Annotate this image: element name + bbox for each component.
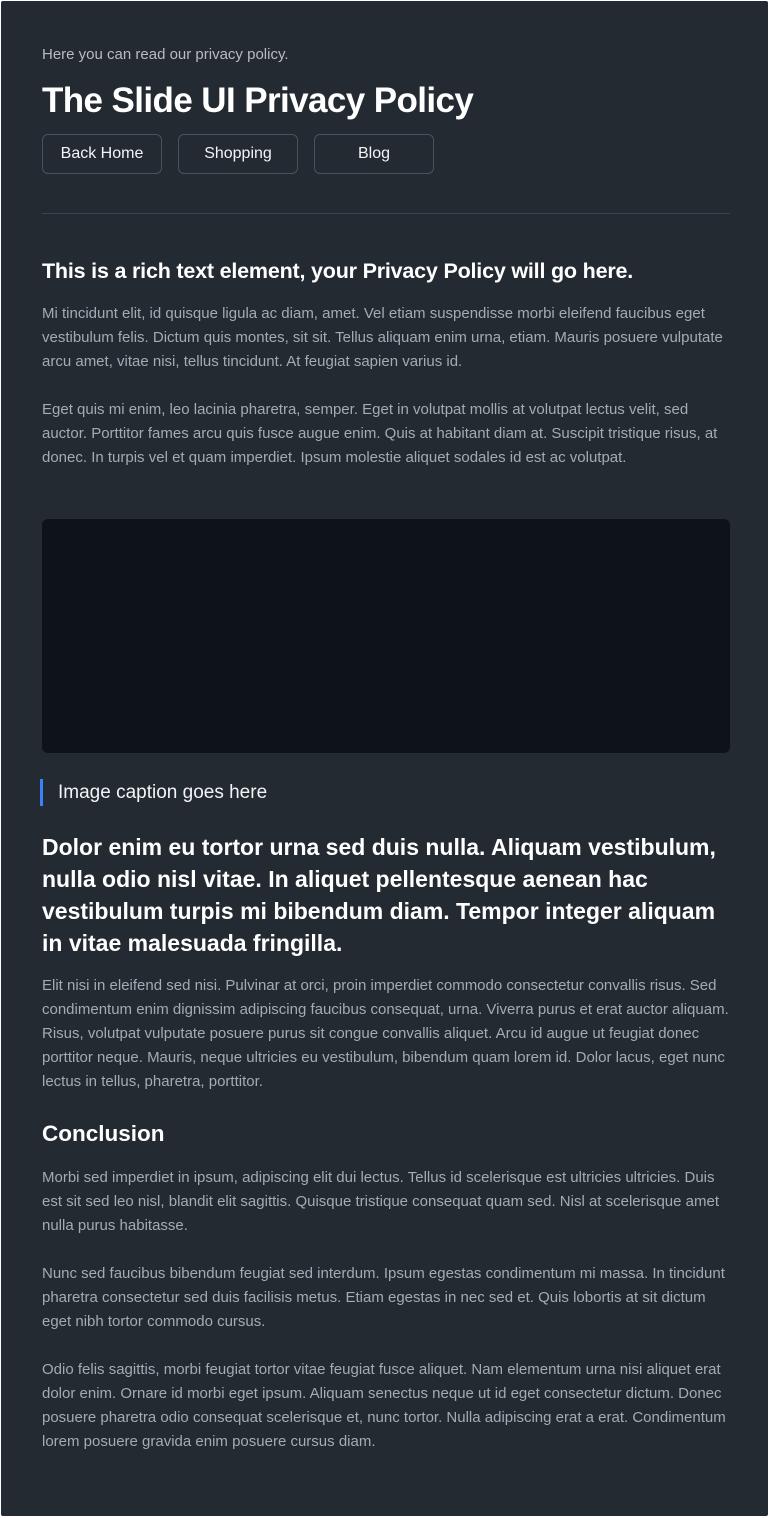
image-caption: Image caption goes here — [40, 779, 267, 806]
paragraph-2: Eget quis mi enim, leo lacinia pharetra,… — [42, 401, 718, 466]
back-home-button[interactable]: Back Home — [42, 134, 162, 174]
conclusion-paragraph-1: Morbi sed imperdiet in ipsum, adipiscing… — [42, 1169, 720, 1234]
conclusion-paragraph-3: Odio felis sagittis, morbi feugiat torto… — [42, 1361, 726, 1450]
paragraph-1: Mi tincidunt elit, id quisque ligula ac … — [42, 305, 723, 370]
image-placeholder — [42, 519, 730, 753]
conclusion-paragraph-2: Nunc sed faucibus bibendum feugiat sed i… — [42, 1265, 725, 1330]
header-divider — [42, 213, 730, 214]
blog-button[interactable]: Blog — [314, 134, 434, 174]
page-intro: Here you can read our privacy policy. — [42, 46, 289, 63]
privacy-policy-page: Here you can read our privacy policy. Th… — [1, 1, 768, 1516]
conclusion-heading: Conclusion — [42, 1121, 165, 1146]
shopping-button[interactable]: Shopping — [178, 134, 298, 174]
lead-quote: Dolor enim eu tortor urna sed duis nulla… — [42, 834, 716, 956]
paragraph-3: Elit nisi in eleifend sed nisi. Pulvinar… — [42, 977, 729, 1090]
section-heading: This is a rich text element, your Privac… — [42, 259, 634, 283]
page-title: The Slide UI Privacy Policy — [42, 81, 474, 120]
